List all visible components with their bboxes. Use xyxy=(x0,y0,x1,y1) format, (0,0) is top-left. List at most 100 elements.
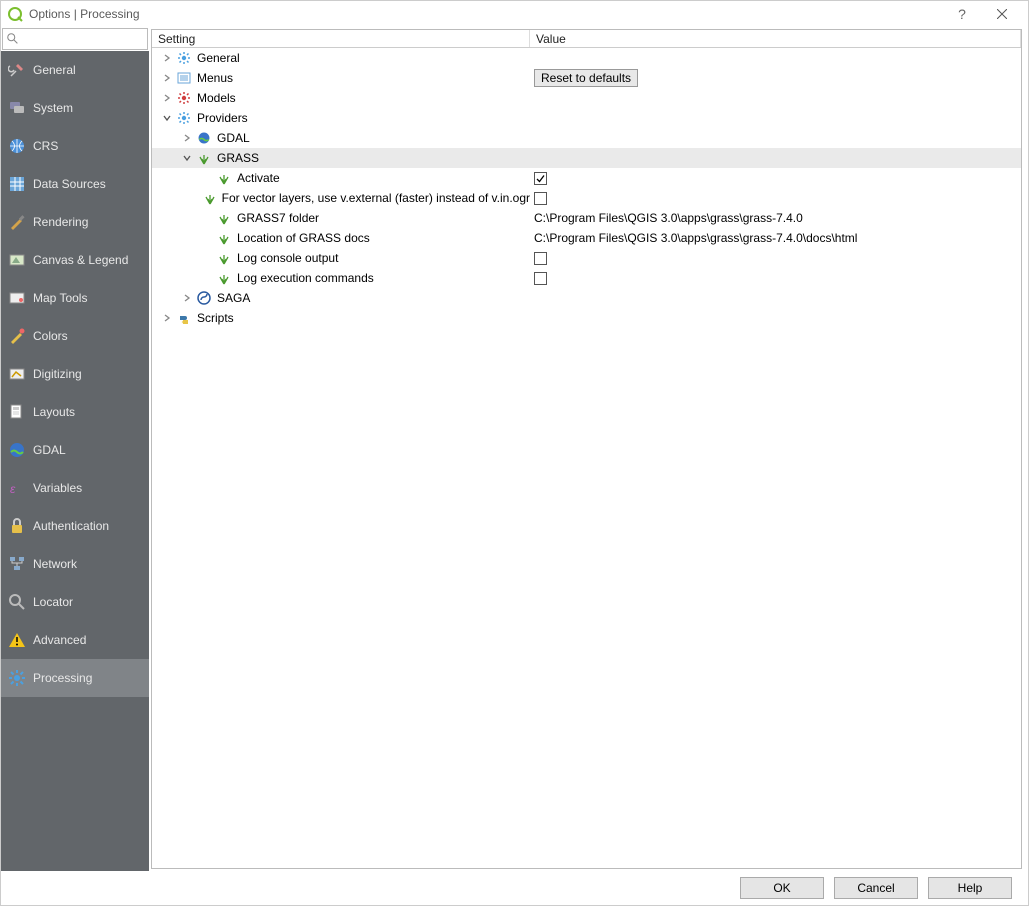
sidebar-item-rendering[interactable]: Rendering xyxy=(1,203,149,241)
col-value-header[interactable]: Value xyxy=(530,30,1021,47)
grass-icon xyxy=(216,170,232,186)
checkbox[interactable] xyxy=(534,252,547,265)
tree-providers[interactable]: Providers xyxy=(152,108,1021,128)
row-label: General xyxy=(197,51,240,65)
sidebar-item-canvas-legend[interactable]: Canvas & Legend xyxy=(1,241,149,279)
sidebar-item-authentication[interactable]: Authentication xyxy=(1,507,149,545)
network-icon xyxy=(7,554,27,574)
tree-models[interactable]: Models xyxy=(152,88,1021,108)
svg-text:ε: ε xyxy=(10,482,16,496)
chevron-right-icon[interactable] xyxy=(160,91,174,105)
tree-menus[interactable]: MenusReset to defaults xyxy=(152,68,1021,88)
chevron-right-icon[interactable] xyxy=(180,291,194,305)
reset-defaults-button[interactable]: Reset to defaults xyxy=(534,69,638,87)
sidebar-item-label: Data Sources xyxy=(33,177,106,191)
tree-grass-item-1[interactable]: For vector layers, use v.external (faste… xyxy=(152,188,1021,208)
tree-grass-item-0[interactable]: Activate xyxy=(152,168,1021,188)
chevron-right-icon[interactable] xyxy=(160,51,174,65)
python-icon xyxy=(176,310,192,326)
value-text[interactable]: C:\Program Files\QGIS 3.0\apps\grass\gra… xyxy=(534,231,857,245)
sidebar-item-layouts[interactable]: Layouts xyxy=(1,393,149,431)
cancel-button[interactable]: Cancel xyxy=(834,877,918,899)
help-button-footer[interactable]: Help xyxy=(928,877,1012,899)
chevron-down-icon[interactable] xyxy=(180,151,194,165)
canvas-icon xyxy=(7,250,27,270)
tree-grass-item-5[interactable]: Log execution commands xyxy=(152,268,1021,288)
maptools-icon xyxy=(7,288,27,308)
sidebar-item-advanced[interactable]: Advanced xyxy=(1,621,149,659)
gear-icon xyxy=(7,668,27,688)
sidebar-item-label: Map Tools xyxy=(33,291,87,305)
value-text[interactable]: C:\Program Files\QGIS 3.0\apps\grass\gra… xyxy=(534,211,803,225)
system-icon xyxy=(7,98,27,118)
search-input[interactable] xyxy=(2,28,148,50)
checkbox[interactable] xyxy=(534,192,547,205)
sidebar-item-label: Colors xyxy=(33,329,68,343)
tree-grass-item-4[interactable]: Log console output xyxy=(152,248,1021,268)
sidebar-item-label: Network xyxy=(33,557,77,571)
row-label: Models xyxy=(197,91,236,105)
row-value[interactable] xyxy=(530,172,1021,185)
window-title: Options | Processing xyxy=(29,7,140,21)
col-setting-header[interactable]: Setting xyxy=(152,30,530,47)
sidebar-item-label: Rendering xyxy=(33,215,88,229)
row-value[interactable] xyxy=(530,272,1021,285)
sidebar-item-digitizing[interactable]: Digitizing xyxy=(1,355,149,393)
close-button[interactable] xyxy=(982,2,1022,26)
row-value[interactable]: Reset to defaults xyxy=(530,69,1021,87)
tree-grass-item-3[interactable]: Location of GRASS docsC:\Program Files\Q… xyxy=(152,228,1021,248)
sidebar-item-system[interactable]: System xyxy=(1,89,149,127)
help-button[interactable]: ? xyxy=(942,2,982,26)
sidebar-item-general[interactable]: General xyxy=(1,51,149,89)
sidebar-item-variables[interactable]: εVariables xyxy=(1,469,149,507)
tree-grass[interactable]: GRASS xyxy=(152,148,1021,168)
settings-tree[interactable]: General MenusReset to defaults Models Provi… xyxy=(152,48,1021,868)
sidebar-item-label: Authentication xyxy=(33,519,109,533)
lock-icon xyxy=(7,516,27,536)
checkbox[interactable] xyxy=(534,172,547,185)
chevron-right-icon[interactable] xyxy=(160,71,174,85)
chevron-right-icon[interactable] xyxy=(180,131,194,145)
row-label: Log execution commands xyxy=(237,271,374,285)
tree-grass-item-2[interactable]: GRASS7 folderC:\Program Files\QGIS 3.0\a… xyxy=(152,208,1021,228)
chevron-right-icon[interactable] xyxy=(160,311,174,325)
sidebar-item-colors[interactable]: Colors xyxy=(1,317,149,355)
grass-icon xyxy=(216,270,232,286)
tree-scripts[interactable]: Scripts xyxy=(152,308,1021,328)
tree-gdal[interactable]: GDAL xyxy=(152,128,1021,148)
grass-icon xyxy=(216,230,232,246)
chevron-down-icon[interactable] xyxy=(160,111,174,125)
grass-icon xyxy=(196,150,212,166)
saga-icon xyxy=(196,290,212,306)
row-value[interactable] xyxy=(530,192,1021,205)
sidebar-item-label: GDAL xyxy=(33,443,66,457)
main-panel: Setting Value General MenusReset to defau… xyxy=(151,29,1022,869)
sidebar-item-crs[interactable]: CRS xyxy=(1,127,149,165)
sidebar-item-processing[interactable]: Processing xyxy=(1,659,149,697)
sidebar-item-gdal[interactable]: GDAL xyxy=(1,431,149,469)
grass-icon xyxy=(203,190,217,206)
sidebar-item-map-tools[interactable]: Map Tools xyxy=(1,279,149,317)
sidebar-item-label: Digitizing xyxy=(33,367,82,381)
sidebar-item-label: Advanced xyxy=(33,633,86,647)
checkbox[interactable] xyxy=(534,272,547,285)
sidebar-item-label: Layouts xyxy=(33,405,75,419)
footer: OK Cancel Help xyxy=(1,871,1028,905)
grass-icon xyxy=(216,210,232,226)
row-value[interactable]: C:\Program Files\QGIS 3.0\apps\grass\gra… xyxy=(530,231,1021,245)
sidebar-item-label: Canvas & Legend xyxy=(33,253,128,267)
datasources-icon xyxy=(7,174,27,194)
sidebar-item-locator[interactable]: Locator xyxy=(1,583,149,621)
sidebar-item-network[interactable]: Network xyxy=(1,545,149,583)
sidebar-item-data-sources[interactable]: Data Sources xyxy=(1,165,149,203)
ok-button[interactable]: OK xyxy=(740,877,824,899)
row-value[interactable] xyxy=(530,252,1021,265)
gear-red-icon xyxy=(176,90,192,106)
tree-general[interactable]: General xyxy=(152,48,1021,68)
gear-blue-icon xyxy=(176,50,192,66)
row-value[interactable]: C:\Program Files\QGIS 3.0\apps\grass\gra… xyxy=(530,211,1021,225)
sidebar-item-label: System xyxy=(33,101,73,115)
row-label: Log console output xyxy=(237,251,338,265)
gdal-icon xyxy=(7,440,27,460)
tree-saga[interactable]: SAGA xyxy=(152,288,1021,308)
